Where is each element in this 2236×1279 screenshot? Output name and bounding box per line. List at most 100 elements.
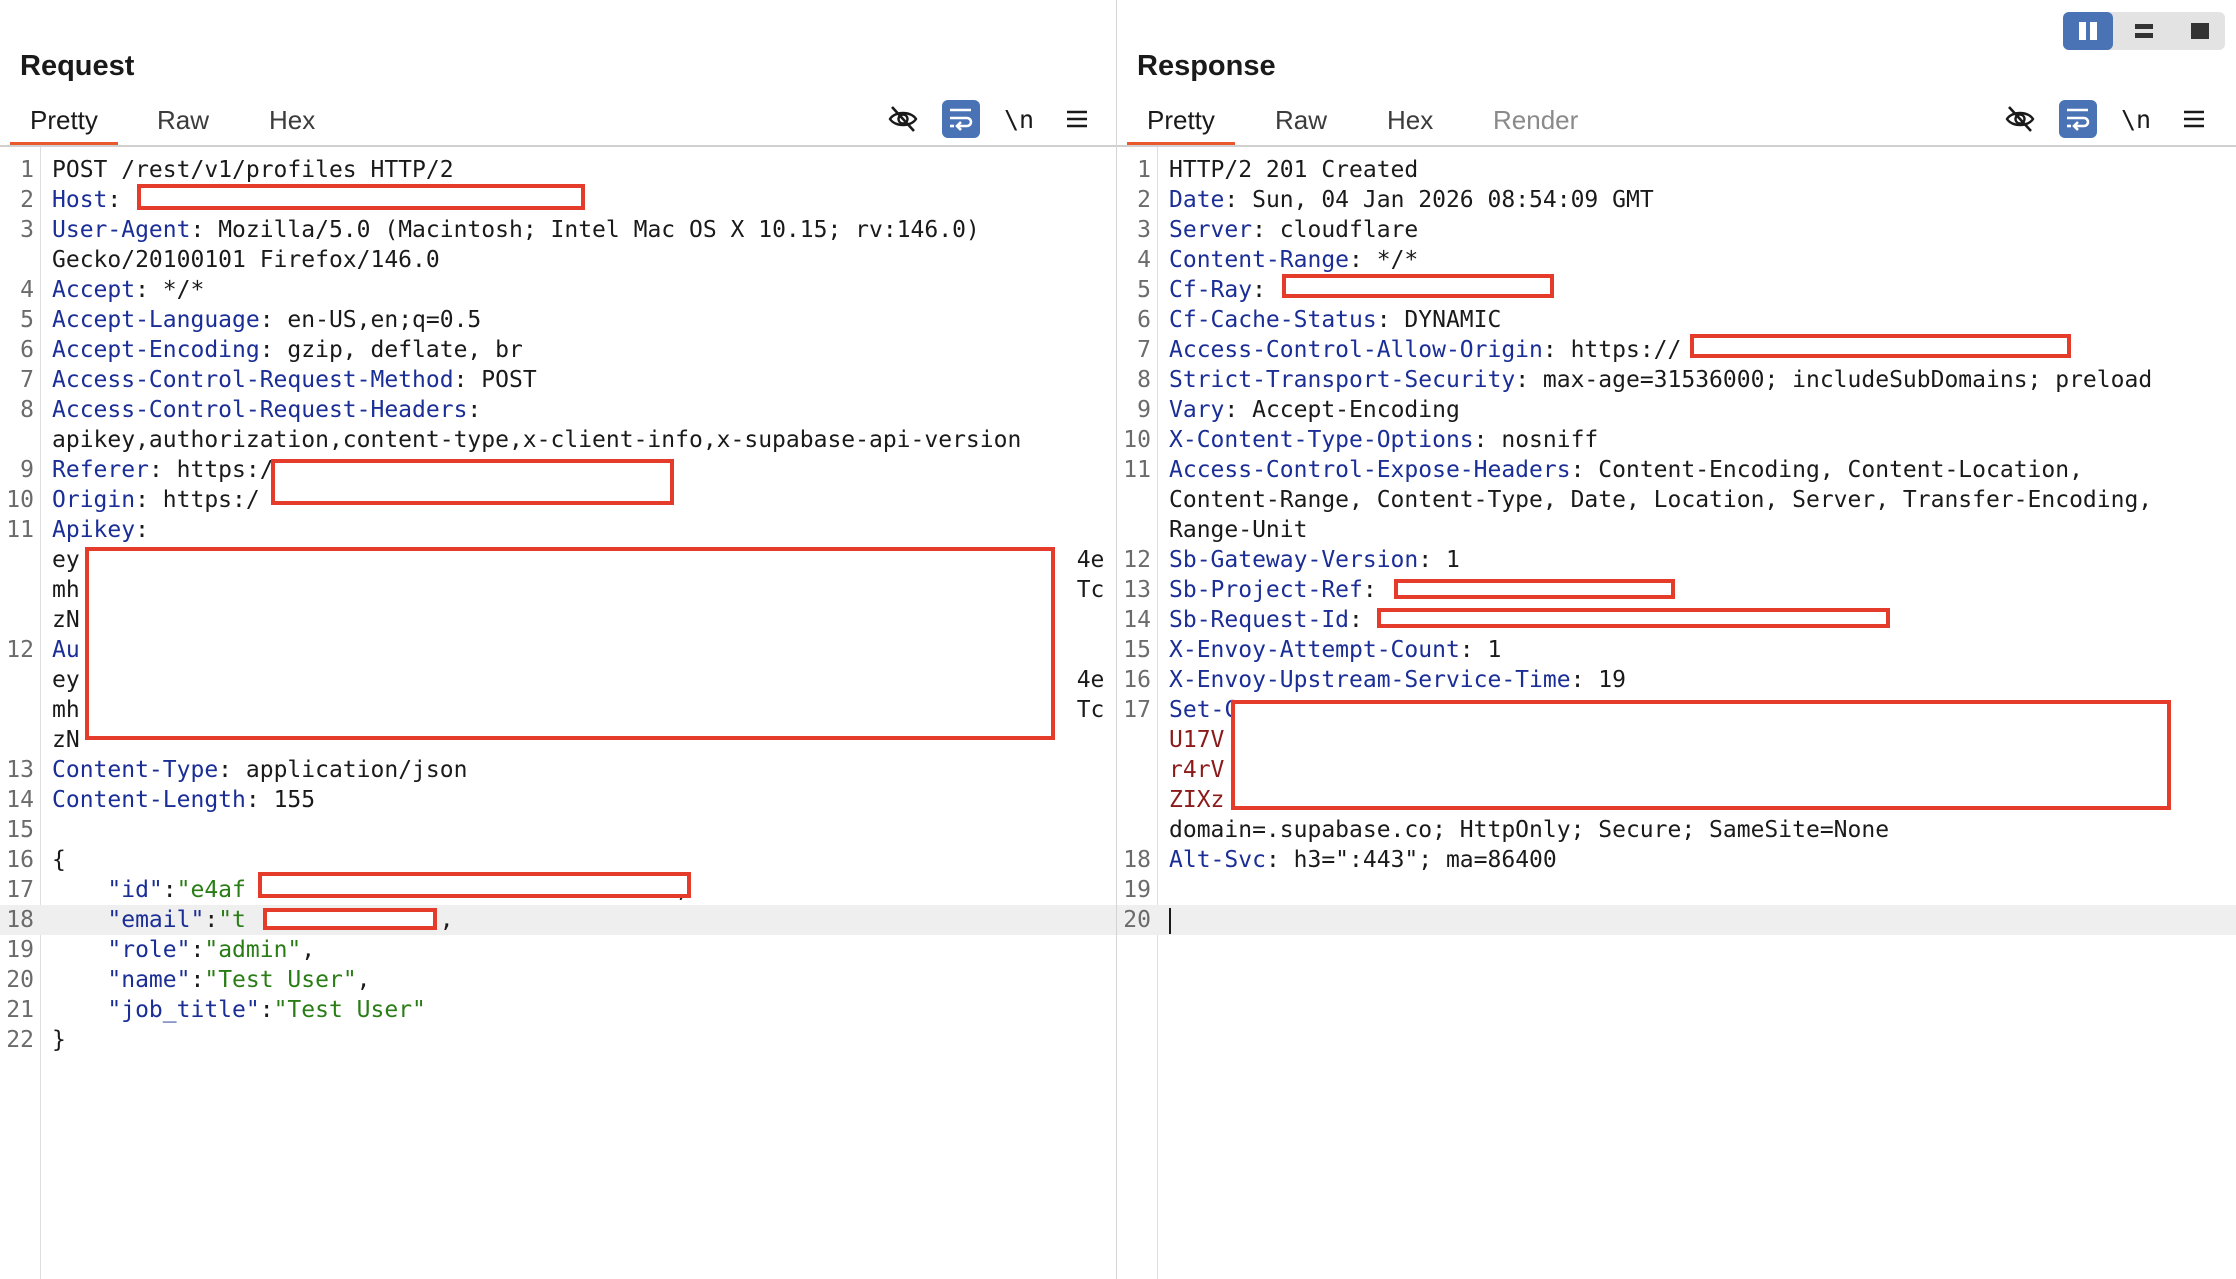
code-line[interactable]: 9 Vary: Accept-Encoding <box>1117 395 2236 425</box>
layout-stacked-button[interactable] <box>2119 12 2169 50</box>
header-name: Vary <box>1169 397 1225 423</box>
code-line[interactable]: 5 Accept-Language: en-US,en;q=0.5 <box>0 305 1116 335</box>
json-value: "admin" <box>204 937 302 963</box>
code-line[interactable]: 14 Content-Length: 155 <box>0 785 1116 815</box>
code-line[interactable]: 10 X-Content-Type-Options: nosniff <box>1117 425 2236 455</box>
line-content: Au <box>52 635 80 665</box>
response-tab-render[interactable]: Render <box>1493 102 1578 144</box>
header-value: h3=":443"; ma=86400 <box>1293 847 1557 873</box>
code-line[interactable]: 13 Content-Type: application/json <box>0 755 1116 785</box>
request-tab-raw[interactable]: Raw <box>157 102 209 144</box>
code-line[interactable]: 6 Cf-Cache-Status: DYNAMIC <box>1117 305 2236 335</box>
code-line[interactable]: Range-Unit <box>1117 515 2236 545</box>
code-line[interactable]: 20 "name":"Test User", <box>0 965 1116 995</box>
json-value: "Test User" <box>204 967 357 993</box>
response-tab-pretty[interactable]: Pretty <box>1127 102 1235 146</box>
header-value: https:// <box>1570 337 1682 363</box>
code-line[interactable]: 15 <box>0 815 1116 845</box>
code-line[interactable]: 12 Sb-Gateway-Version: 1 <box>1117 545 2236 575</box>
line-content: Content-Type: application/json <box>52 755 467 785</box>
code-line[interactable]: 20 <box>1117 905 2236 935</box>
redaction-box <box>85 547 1055 740</box>
code-line[interactable]: 11 Access-Control-Expose-Headers: Content… <box>1117 455 2236 485</box>
eye-off-icon <box>888 106 918 132</box>
code-line[interactable]: 21 "job_title":"Test User" <box>0 995 1116 1025</box>
plain-text: domain=.supabase.co; HttpOnly; Secure; S… <box>1169 817 1890 843</box>
show-newlines-toggle[interactable]: \n <box>1000 100 1038 138</box>
header-name: Accept-Language <box>52 307 260 333</box>
line-number: 22 <box>6 1027 34 1053</box>
header-name: User-Agent <box>52 217 191 243</box>
code-line[interactable]: Content-Range, Content-Type, Date, Locat… <box>1117 485 2236 515</box>
header-value: */* <box>1376 247 1419 273</box>
code-line[interactable]: 6 Accept-Encoding: gzip, deflate, br <box>0 335 1116 365</box>
wrap-lines-toggle[interactable] <box>2059 100 2097 138</box>
line-content: Content-Length: 155 <box>52 785 315 815</box>
code-line[interactable]: 1 HTTP/2 201 Created <box>1117 155 2236 185</box>
line-content: Gecko/20100101 Firefox/146.0 <box>52 245 440 275</box>
line-content: Access-Control-Request-Headers: <box>52 395 481 425</box>
layout-side-by-side-button[interactable] <box>2063 12 2113 50</box>
code-line[interactable]: 1 POST /rest/v1/profiles HTTP/2 <box>0 155 1116 185</box>
response-tab-raw[interactable]: Raw <box>1275 102 1327 144</box>
header-name: Strict-Transport-Security <box>1169 367 1516 393</box>
code-line[interactable]: 3 Server: cloudflare <box>1117 215 2236 245</box>
code-line[interactable]: 19 <box>1117 875 2236 905</box>
code-line[interactable]: 11 Apikey: <box>0 515 1116 545</box>
header-value: */* <box>162 277 205 303</box>
code-line[interactable]: 15 X-Envoy-Attempt-Count: 1 <box>1117 635 2236 665</box>
line-number: 4 <box>1137 247 1151 273</box>
code-line[interactable]: apikey,authorization,content-type,x-clie… <box>0 425 1116 455</box>
eye-off-icon <box>2005 106 2035 132</box>
line-number: 15 <box>1123 637 1151 663</box>
header-value: Mozilla/5.0 (Macintosh; Intel Mac OS X 1… <box>218 217 980 243</box>
code-line[interactable]: 4 Content-Range: */* <box>1117 245 2236 275</box>
code-line[interactable]: 8 Strict-Transport-Security: max-age=3153… <box>1117 365 2236 395</box>
layout-single-button[interactable] <box>2175 12 2225 50</box>
response-tab-hex[interactable]: Hex <box>1387 102 1433 144</box>
response-menu-button[interactable] <box>2175 100 2213 138</box>
line-number: 20 <box>6 967 34 993</box>
code-line[interactable]: Gecko/20100101 Firefox/146.0 <box>0 245 1116 275</box>
code-line[interactable]: 13 Sb-Project-Ref: <box>1117 575 2236 605</box>
wrap-lines-toggle[interactable] <box>942 100 980 138</box>
code-line[interactable]: 18 Alt-Svc: h3=":443"; ma=86400 <box>1117 845 2236 875</box>
redaction-box <box>137 184 585 210</box>
line-content: Set-C <box>1169 695 1238 725</box>
code-line[interactable]: 7 Access-Control-Request-Method: POST <box>0 365 1116 395</box>
header-name: Access-Control-Expose-Headers <box>1169 457 1571 483</box>
code-line[interactable]: 8 Access-Control-Request-Headers: <box>0 395 1116 425</box>
header-name: Content-Type <box>52 757 219 783</box>
line-content: zN <box>52 605 80 635</box>
code-line[interactable]: 16 { <box>0 845 1116 875</box>
request-tab-pretty[interactable]: Pretty <box>10 102 118 146</box>
line-number: 17 <box>6 877 34 903</box>
code-line[interactable]: 19 "role":"admin", <box>0 935 1116 965</box>
json-key: "name" <box>107 967 191 993</box>
show-newlines-toggle[interactable]: \n <box>2117 100 2155 138</box>
request-menu-button[interactable] <box>1058 100 1096 138</box>
line-number: 9 <box>1137 397 1151 423</box>
plain-text: Content-Range, Content-Type, Date, Locat… <box>1169 487 2153 513</box>
json-comma: , <box>356 967 371 993</box>
code-line[interactable]: 4 Accept: */* <box>0 275 1116 305</box>
header-value: Accept-Encoding <box>1252 397 1460 423</box>
code-line[interactable]: 3 User-Agent: Mozilla/5.0 (Macintosh; Int… <box>0 215 1116 245</box>
code-line[interactable]: 18 "email":"t n", <box>0 905 1116 935</box>
line-number: 10 <box>6 487 34 513</box>
line-number: 4 <box>20 277 34 303</box>
code-line[interactable]: 2 Date: Sun, 04 Jan 2026 08:54:09 GMT <box>1117 185 2236 215</box>
hide-nonprintable-toggle[interactable] <box>884 100 922 138</box>
header-separator: : <box>1252 217 1280 243</box>
header-separator: : <box>1224 397 1253 423</box>
request-tab-hex[interactable]: Hex <box>269 102 315 144</box>
code-line[interactable]: 16 X-Envoy-Upstream-Service-Time: 19 <box>1117 665 2236 695</box>
line-number: 16 <box>6 847 34 873</box>
header-value: gzip, deflate, br <box>287 337 523 363</box>
code-line[interactable]: 22} <box>0 1025 1116 1055</box>
line-content: domain=.supabase.co; HttpOnly; Secure; S… <box>1169 815 1889 845</box>
code-line[interactable]: domain=.supabase.co; HttpOnly; Secure; S… <box>1117 815 2236 845</box>
hide-nonprintable-toggle[interactable] <box>2001 100 2039 138</box>
line-number: 18 <box>6 907 34 933</box>
